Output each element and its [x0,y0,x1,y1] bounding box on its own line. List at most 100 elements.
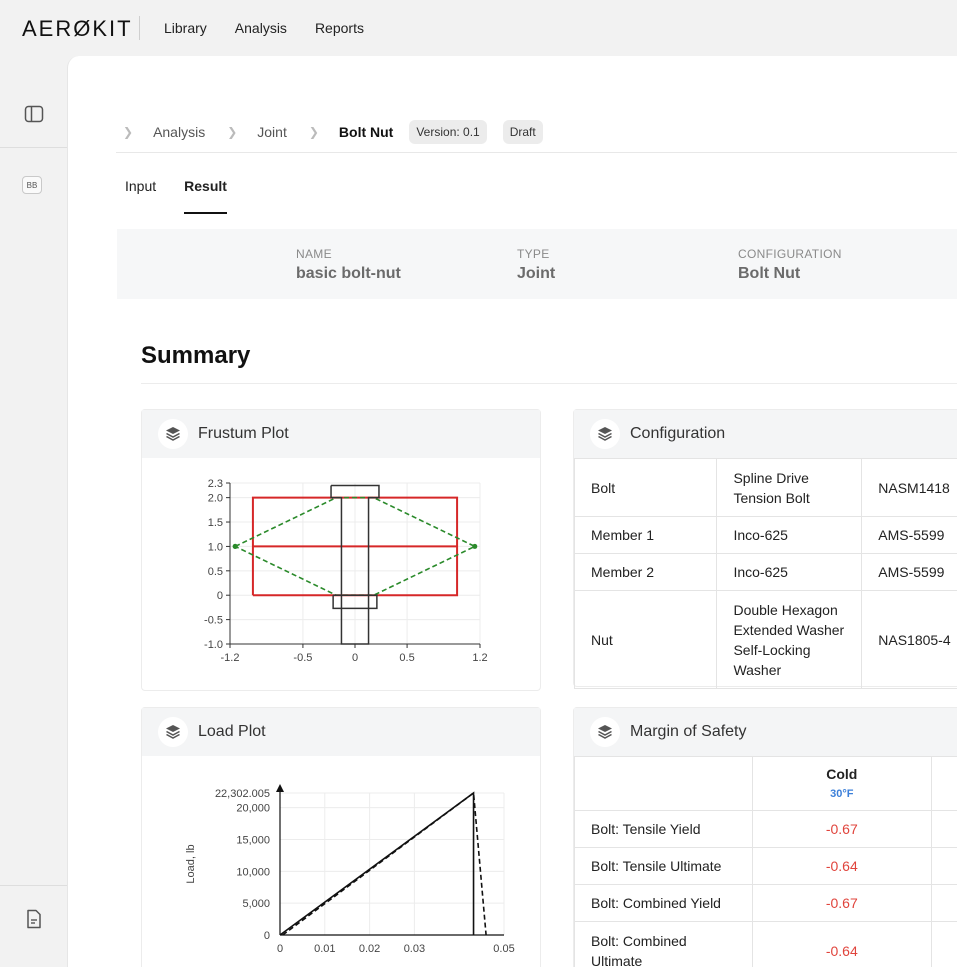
table-row: Bolt Spline Drive Tension Bolt NASM1418 [573,458,957,517]
info-config: CONFIGURATION Bolt Nut [738,247,842,283]
nav-library[interactable]: Library [164,20,207,36]
sidebar-toggle-icon[interactable] [24,104,44,124]
frustum-point [232,543,238,549]
info-bar: NAME basic bolt-nut TYPE Joint CONFIGURA… [117,229,957,299]
config-part: Member 2 [573,553,718,591]
table-header-row: Cold 30°F [574,756,957,811]
breadcrumb: ❯ Analysis ❯ Joint ❯ Bolt Nut Version: 0… [123,120,559,144]
table-row: Nut Double Hexagon Extended Washer Self-… [573,590,957,689]
mos-row-extra [931,847,957,885]
x-tick-label: 0.01 [314,943,335,955]
logo-divider [139,16,140,40]
x-tick-label: 0.03 [404,943,425,955]
table-row: Bolt: Tensile Yield -0.67 [574,810,957,848]
frustum-plot-card: Frustum Plot -1.2 -0.5 0 0.5 1.2 2.3 2.0 1.5 1.0… [141,409,541,691]
x-tick-label: 0.05 [493,943,514,955]
y-tick-label: 0.5 [208,566,223,578]
mos-title: Margin of Safety [630,723,747,740]
config-spec: AMS-5599 [861,553,957,591]
app-logo[interactable]: AERØKIT [22,16,133,42]
table-row: Bolt: Combined Yield -0.67 [574,884,957,922]
y-tick-label: 22,302.005 [215,788,270,800]
table-row: Bolt: Combined Ultimate -0.64 [574,921,957,967]
config-part: Member 1 [573,516,718,554]
status-badge: Draft [502,120,543,144]
config-desc: Inco-625 [716,553,863,591]
config-spec: AMS-5599 [861,516,957,554]
info-name-label: NAME [296,247,332,261]
y-axis-label: Load, lb [185,844,197,883]
table-row: Bolt: Tensile Ultimate -0.64 [574,847,957,885]
chevron-right-icon: ❯ [227,125,238,139]
y-tick-label: 20,000 [236,803,270,815]
x-tick-label: 0 [352,652,358,664]
nav-analysis[interactable]: Analysis [235,20,287,36]
info-name: NAME basic bolt-nut [296,247,401,283]
divider [116,152,957,153]
layers-icon [590,419,620,449]
load-series-1 [282,791,487,936]
y-tick-label: 0 [217,590,223,602]
load-plot-title: Load Plot [198,723,266,740]
y-tick-label: 1.5 [208,517,223,529]
breadcrumb-analysis[interactable]: Analysis [153,124,205,140]
tab-input[interactable]: Input [125,178,156,214]
y-tick-label: 1.0 [208,541,223,553]
mos-next-col [931,756,957,811]
mos-col-cold: Cold 30°F [751,756,933,811]
breadcrumb-current: Bolt Nut [338,124,394,140]
margin-of-safety-card: Margin of Safety Cold 30°F Bolt: Tensile… [573,707,957,967]
x-tick-label: -1.2 [221,652,240,664]
config-part: Bolt [573,458,718,517]
mos-header: Margin of Safety [574,708,957,756]
configuration-card: Configuration Bolt Spline Drive Tension … [573,409,957,689]
y-tick-label: 10,000 [236,866,270,878]
y-tick-label: 5,000 [242,898,270,910]
mos-row-label: Bolt: Tensile Ultimate [574,847,753,885]
frustum-plot-header: Frustum Plot [142,410,540,458]
info-type-value: Joint [517,265,556,282]
configuration-table: Bolt Spline Drive Tension Bolt NASM1418 … [573,458,957,689]
config-part: Nut [573,590,718,689]
table-row: Member 1 Inco-625 AMS-5599 [573,516,957,554]
load-chart: 0 0.01 0.02 0.03 0.05 22,302.005 20,000 15,000 1… [185,784,515,955]
mos-row-value: -0.67 [751,884,933,922]
table-row: Member 2 Inco-625 AMS-5599 [573,553,957,591]
y-tick-label: 2.3 [208,478,223,490]
config-spec: NAS1805-4 [861,590,957,689]
tab-bar: Input Result [125,178,227,214]
x-tick-label: 0 [277,943,283,955]
rail-divider [0,885,67,886]
tab-result[interactable]: Result [184,178,227,214]
project-badge[interactable]: BB [22,176,42,194]
info-name-value: basic bolt-nut [296,265,401,282]
divider [141,383,957,384]
x-tick-label: 1.2 [472,652,487,664]
left-rail: BB [0,56,67,967]
version-badge: Version: 0.1 [409,120,487,144]
config-desc: Spline Drive Tension Bolt [716,458,863,517]
nav-reports[interactable]: Reports [315,20,364,36]
breadcrumb-joint[interactable]: Joint [257,124,287,140]
y-tick-label: 0 [264,930,270,942]
chevron-right-icon: ❯ [308,125,319,139]
mos-row-value: -0.67 [751,810,933,848]
layers-icon [158,717,188,747]
y-tick-label: 2.0 [208,493,223,505]
y-tick-label: 15,000 [236,834,270,846]
main-panel: ❯ Analysis ❯ Joint ❯ Bolt Nut Version: 0… [67,56,957,967]
mos-row-label: Bolt: Combined Ultimate [574,921,753,967]
config-spec: NASM1418 [861,458,957,517]
x-tick-label: 0.5 [399,652,414,664]
mos-row-label: Bolt: Tensile Yield [574,810,753,848]
document-icon[interactable] [24,909,44,929]
mos-col-cold-label: Cold [826,765,858,782]
mos-row-value: -0.64 [751,921,933,967]
frustum-point [472,543,478,549]
chevron-right-icon: ❯ [123,125,134,139]
mos-row-extra [931,921,957,967]
y-tick-label: -1.0 [204,639,223,651]
info-config-label: CONFIGURATION [738,247,842,261]
rail-divider [0,147,67,148]
mos-table: Cold 30°F Bolt: Tensile Yield -0.67 Bolt… [574,756,957,967]
